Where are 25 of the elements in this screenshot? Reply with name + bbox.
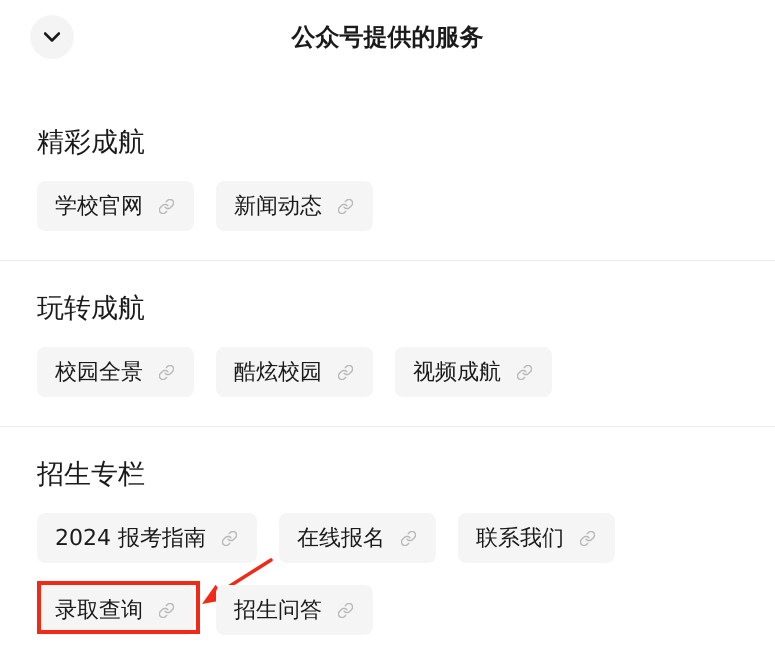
section-title: 招生专栏	[37, 458, 145, 492]
service-link[interactable]: 校园全景	[37, 347, 194, 397]
service-link[interactable]: 视频成航	[395, 347, 552, 397]
link-icon	[400, 530, 416, 546]
link-icon	[338, 602, 353, 618]
collapse-button[interactable]	[30, 15, 74, 59]
link-icon	[159, 602, 174, 618]
link-icon	[338, 198, 353, 214]
service-link[interactable]: 酷炫校园	[216, 347, 373, 397]
service-link[interactable]: 招生问答	[216, 585, 373, 635]
service-link[interactable]: 在线报名	[278, 513, 436, 563]
link-icon	[580, 530, 595, 546]
chevron-down-icon	[44, 32, 60, 42]
link-icon	[159, 198, 174, 214]
service-link[interactable]: 学校官网	[37, 181, 194, 231]
link-icon	[338, 364, 353, 380]
service-link[interactable]: 新闻动态	[216, 181, 373, 231]
service-link[interactable]: 2024 报考指南	[37, 513, 257, 563]
service-link[interactable]: 联系我们	[458, 513, 615, 563]
section-title: 精彩成航	[37, 126, 145, 160]
link-icon	[222, 530, 237, 546]
panel-title: 公众号提供的服务	[292, 22, 484, 53]
link-icon	[517, 364, 532, 380]
link-icon	[159, 364, 174, 380]
section-title: 玩转成航	[37, 292, 145, 326]
